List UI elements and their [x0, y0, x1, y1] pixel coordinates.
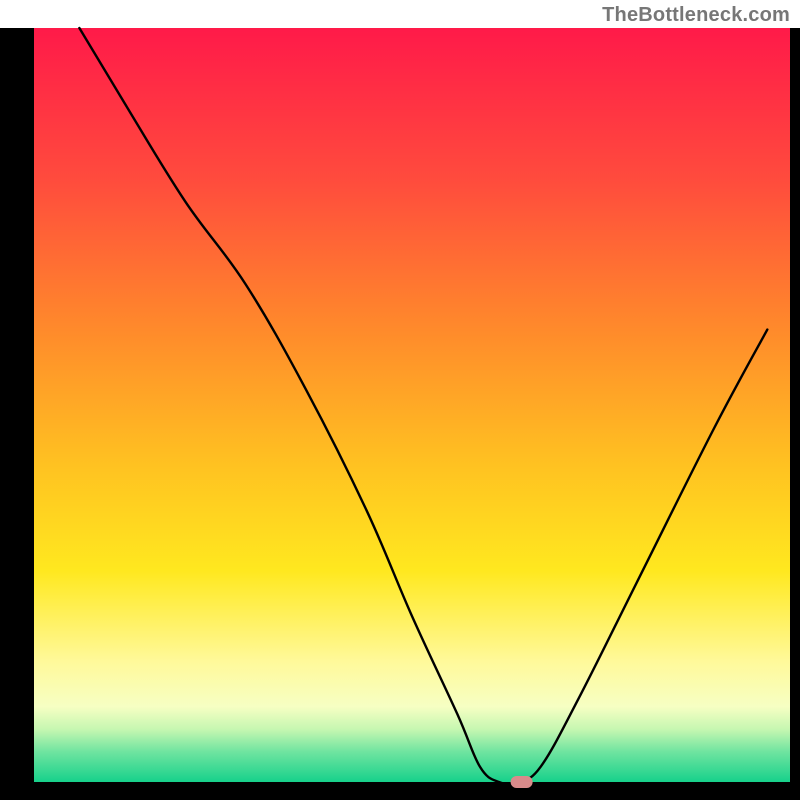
- attribution-text: TheBottleneck.com: [602, 4, 790, 27]
- bottleneck-chart: TheBottleneck.com: [0, 0, 800, 800]
- chart-canvas: [0, 0, 800, 800]
- optimal-marker: [511, 776, 533, 788]
